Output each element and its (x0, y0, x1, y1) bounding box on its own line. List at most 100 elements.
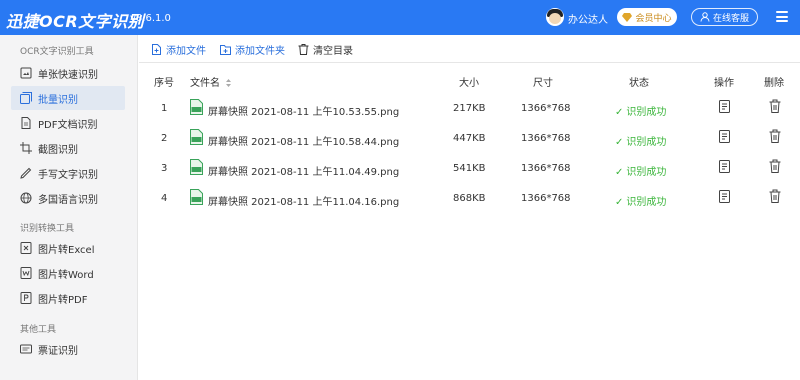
document-icon[interactable] (719, 130, 730, 143)
row-status-label: 识别成功 (626, 137, 667, 148)
sidebar-item-label: 多国语言识别 (38, 194, 98, 206)
sidebar-item-image-to-excel[interactable]: 图片转Excel (11, 236, 125, 260)
online-service-label: 在线客服 (712, 13, 749, 24)
table-row[interactable]: 3 屏幕快照 2021-08-11 上午11.04.49.png 541KB 1… (139, 154, 800, 184)
png-file-icon (190, 159, 203, 175)
sidebar-item-pdf-recognition[interactable]: PDF文档识别 (11, 111, 125, 135)
vip-center-label: 会员中心 (635, 13, 672, 24)
sidebar-item-label: 图片转PDF (38, 294, 88, 306)
sort-icon (226, 79, 232, 87)
sidebar-item-label: PDF文档识别 (38, 119, 98, 131)
row-size: 541KB (453, 163, 486, 174)
delete-icon[interactable] (769, 189, 781, 203)
png-file-icon (190, 99, 203, 115)
title-bar: 迅捷OCR文字识别 v8.6.1.0 办公达人 会员中心 在线客服 (0, 0, 800, 35)
crop-icon (20, 142, 32, 154)
check-icon: ✓ (615, 107, 624, 118)
add-file-icon (152, 44, 161, 55)
pdf-file-icon (20, 292, 32, 304)
png-file-icon (190, 189, 203, 205)
document-icon[interactable] (719, 100, 730, 113)
row-index: 4 (161, 193, 168, 204)
column-header-index: 序号 (154, 78, 174, 89)
sidebar-item-label: 批量识别 (38, 94, 78, 106)
row-dimensions: 1366*768 (521, 103, 571, 114)
diamond-icon (622, 12, 633, 22)
sidebar-item-label: 图片转Excel (38, 244, 95, 256)
clear-list-label: 清空目录 (313, 46, 353, 57)
sidebar-item-label: 票证识别 (38, 345, 78, 357)
row-status-label: 识别成功 (626, 167, 667, 178)
add-folder-button[interactable]: 添加文件夹 (220, 42, 285, 57)
column-header-filename[interactable]: 文件名 (190, 74, 232, 89)
table-row[interactable]: 1 屏幕快照 2021-08-11 上午10.53.55.png 217KB 1… (139, 94, 800, 124)
row-status-label: 识别成功 (626, 107, 667, 118)
column-header-delete: 删除 (764, 78, 784, 89)
pdf-icon (20, 117, 32, 129)
column-header-filename-label: 文件名 (190, 78, 220, 89)
sidebar-item-label: 手写文字识别 (38, 169, 98, 181)
add-folder-label: 添加文件夹 (235, 46, 285, 57)
row-dimensions: 1366*768 (521, 133, 571, 144)
row-status: ✓ 识别成功 (615, 163, 666, 178)
sidebar-section-title: 识别转换工具 (20, 224, 75, 234)
row-status: ✓ 识别成功 (615, 133, 666, 148)
app-version: v8.6.1.0 (130, 13, 171, 24)
batch-images-icon (20, 92, 32, 104)
sidebar-item-label: 截图识别 (38, 144, 78, 156)
document-icon[interactable] (719, 190, 730, 203)
sidebar-item-batch-recognition[interactable]: 批量识别 (11, 86, 125, 110)
column-header-size: 大小 (459, 78, 479, 89)
row-size: 217KB (453, 103, 486, 114)
column-header-dimensions: 尺寸 (533, 78, 553, 89)
png-file-icon (190, 129, 203, 145)
row-dimensions: 1366*768 (521, 193, 571, 204)
sidebar-item-image-to-word[interactable]: 图片转Word (11, 261, 125, 285)
sidebar-section-title: OCR文字识别工具 (20, 47, 94, 57)
user-avatar[interactable] (546, 8, 564, 26)
row-filename: 屏幕快照 2021-08-11 上午11.04.49.png (208, 167, 400, 178)
person-icon (700, 12, 710, 22)
document-icon[interactable] (719, 160, 730, 173)
row-size: 447KB (453, 133, 486, 144)
clear-list-button[interactable]: 清空目录 (298, 42, 353, 57)
sidebar-item-label: 图片转Word (38, 269, 94, 281)
delete-icon[interactable] (769, 129, 781, 143)
row-filename: 屏幕快照 2021-08-11 上午10.53.55.png (208, 107, 400, 118)
delete-icon[interactable] (769, 159, 781, 173)
sidebar-item-handwriting-recognition[interactable]: 手写文字识别 (11, 161, 125, 185)
add-file-button[interactable]: 添加文件 (151, 42, 206, 57)
row-index: 1 (161, 103, 168, 114)
delete-icon[interactable] (769, 99, 781, 113)
online-service-button[interactable]: 在线客服 (691, 8, 758, 26)
vip-center-button[interactable]: 会员中心 (617, 8, 677, 26)
sidebar-item-single-recognition[interactable]: 单张快速识别 (11, 61, 125, 85)
sidebar-item-ticket-recognition[interactable]: 票证识别 (11, 337, 125, 361)
ticket-icon (20, 343, 32, 355)
excel-icon (20, 242, 32, 254)
add-folder-icon (220, 45, 231, 55)
check-icon: ✓ (615, 167, 624, 178)
globe-icon (20, 192, 32, 204)
sidebar-item-image-to-pdf[interactable]: 图片转PDF (11, 286, 125, 310)
sidebar-item-screenshot-recognition[interactable]: 截图识别 (11, 136, 125, 160)
image-scan-icon (20, 67, 32, 79)
row-filename: 屏幕快照 2021-08-11 上午10.58.44.png (208, 137, 400, 148)
row-index: 2 (161, 133, 168, 144)
sidebar: OCR文字识别工具 单张快速识别 批量识别 PDF文档识别 截图识别 手写文字识… (0, 35, 138, 380)
handwriting-icon (20, 167, 32, 179)
row-status-label: 识别成功 (626, 197, 667, 208)
row-size: 868KB (453, 193, 486, 204)
row-filename: 屏幕快照 2021-08-11 上午11.04.16.png (208, 197, 400, 208)
user-name[interactable]: 办公达人 (568, 11, 608, 26)
table-row[interactable]: 4 屏幕快照 2021-08-11 上午11.04.16.png 868KB 1… (139, 184, 800, 214)
check-icon: ✓ (615, 197, 624, 208)
row-status: ✓ 识别成功 (615, 193, 666, 208)
table-row[interactable]: 2 屏幕快照 2021-08-11 上午10.58.44.png 447KB 1… (139, 124, 800, 154)
row-dimensions: 1366*768 (521, 163, 571, 174)
add-file-label: 添加文件 (166, 46, 206, 57)
column-header-action: 操作 (714, 78, 734, 89)
menu-icon[interactable] (776, 11, 788, 22)
sidebar-item-label: 单张快速识别 (38, 69, 98, 81)
sidebar-item-multilingual-recognition[interactable]: 多国语言识别 (11, 186, 125, 210)
